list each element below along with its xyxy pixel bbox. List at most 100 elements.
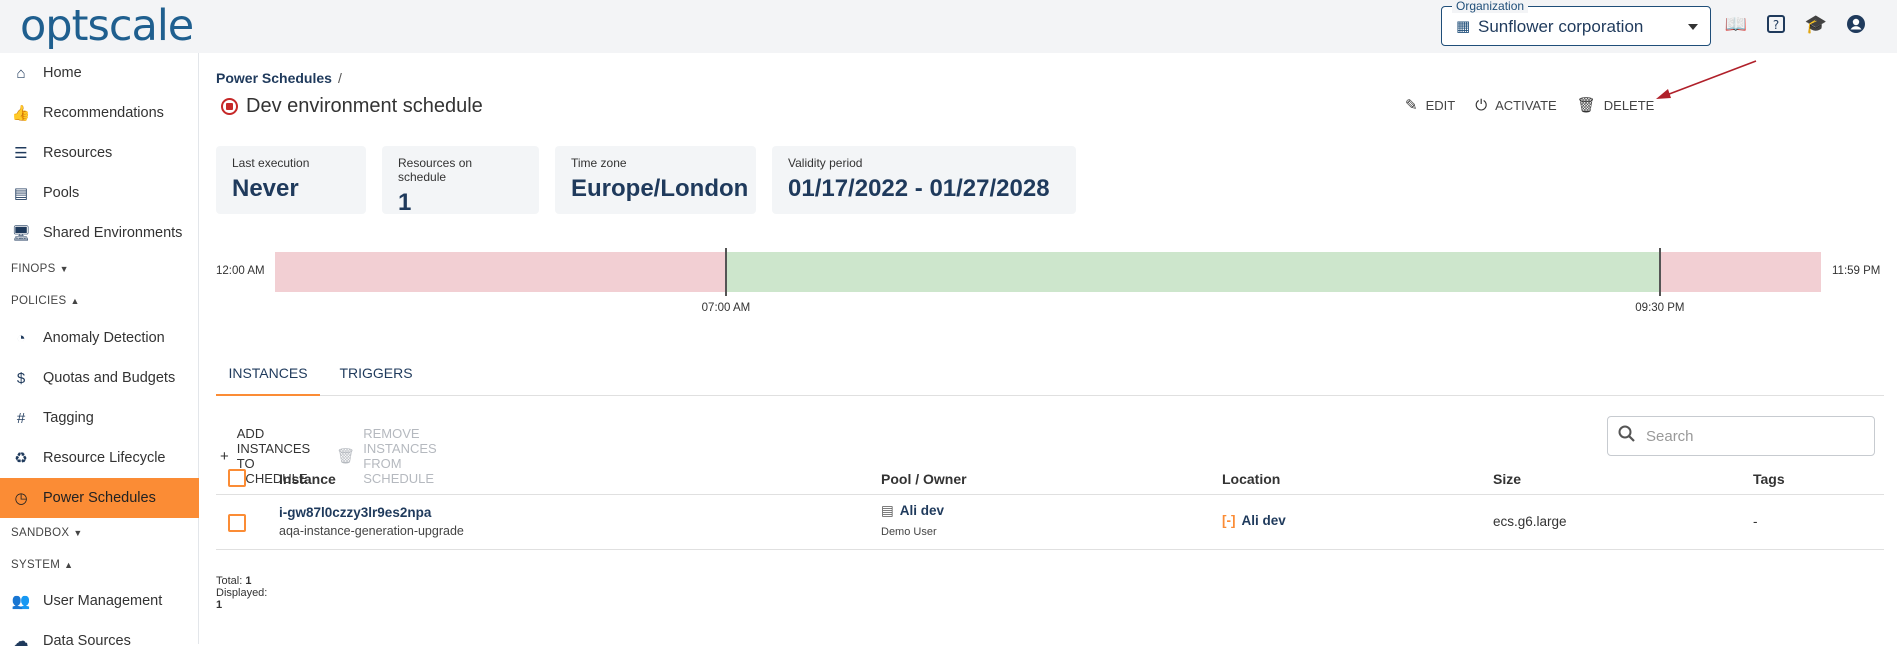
caret-down-icon: ▼: [59, 264, 69, 274]
column-header[interactable]: Pool / Owner: [881, 471, 967, 487]
section-label: SANDBOX: [11, 527, 70, 539]
sidebar-item-quotas-and-budgets[interactable]: $ Quotas and Budgets: [0, 358, 199, 398]
sidebar-item-data-sources[interactable]: ☁ Data Sources: [0, 621, 199, 661]
chevron-down-icon: [1688, 24, 1698, 30]
sidebar-item-label: Shared Environments: [43, 225, 183, 241]
anomaly-icon: ◔: [16, 329, 26, 347]
graduation-cap-icon[interactable]: 🎓: [1805, 13, 1827, 35]
card-resources-on-schedule: Resources on schedule 1: [382, 146, 539, 216]
list-icon: ☰: [14, 145, 28, 162]
sidebar-item-label: Data Sources: [43, 633, 131, 649]
table-header: Instance Pool / Owner Location Size Tags: [216, 461, 1884, 495]
tabs: INSTANCES TRIGGERS: [216, 351, 1884, 396]
profile-icon[interactable]: [1845, 13, 1867, 35]
caret-up-icon: ▲: [64, 560, 74, 570]
activate-label: ACTIVATE: [1495, 97, 1557, 113]
organization-select[interactable]: Organization ▦ Sunflower corporation: [1441, 0, 1711, 46]
search-field[interactable]: [1607, 416, 1875, 456]
page-title-text: Dev environment schedule: [246, 95, 483, 117]
alibaba-cloud-icon: [-]: [1222, 513, 1236, 528]
sidebar-item-label: Pools: [43, 185, 80, 201]
section-system[interactable]: SYSTEM ▲: [11, 559, 73, 571]
power-icon: ⏻: [1475, 96, 1488, 114]
owner-name: Demo User: [881, 526, 937, 538]
svg-text:?: ?: [1773, 18, 1779, 32]
timeline-off-segment: [1659, 252, 1821, 292]
edit-button[interactable]: ✎ EDIT: [1405, 96, 1455, 114]
sidebar-item-label: User Management: [43, 593, 163, 609]
search-input[interactable]: [1646, 425, 1866, 447]
displayed-count: 1: [216, 599, 223, 611]
delete-button[interactable]: 🗑 DELETE: [1577, 96, 1655, 114]
location-cell: [-] Ali dev: [1222, 513, 1286, 528]
sidebar-item-pools[interactable]: ▤ Pools: [0, 173, 199, 213]
stop-status-icon: [221, 98, 238, 115]
trash-icon: 🗑: [1576, 97, 1596, 114]
card-value: 01/17/2022 - 01/27/2028: [788, 175, 1050, 202]
breadcrumb-link[interactable]: Power Schedules: [216, 70, 332, 86]
sidebar-item-resource-lifecycle[interactable]: ♻ Resource Lifecycle: [0, 438, 199, 478]
sidebar-item-label: Resources: [43, 145, 113, 161]
sidebar-item-label: Quotas and Budgets: [43, 370, 176, 386]
sidebar-item-label: Power Schedules: [43, 490, 156, 506]
sidebar-item-tagging[interactable]: # Tagging: [0, 398, 199, 438]
thumbs-up-icon: 👍: [11, 105, 31, 122]
organization-label: Organization: [1452, 0, 1529, 13]
timeline-bar: 07:00 AM 09:30 PM: [275, 248, 1821, 314]
timeline-on-label: 07:00 AM: [701, 302, 751, 314]
search-icon: [1618, 425, 1636, 448]
section-policies[interactable]: POLICIES ▲: [11, 295, 80, 307]
size-cell: ecs.g6.large: [1493, 514, 1567, 529]
sidebar-item-user-management[interactable]: 👥 User Management: [0, 581, 199, 621]
page-title: Dev environment schedule: [221, 95, 483, 118]
section-sandbox[interactable]: SANDBOX ▼: [11, 527, 83, 539]
section-label: FINOPS: [11, 263, 56, 275]
column-header[interactable]: Location: [1222, 471, 1280, 487]
location-link[interactable]: Ali dev: [1242, 513, 1286, 528]
card-value: 1: [398, 189, 412, 216]
delete-label: DELETE: [1603, 97, 1655, 113]
schedule-timeline: 12:00 AM 07:00 AM 09:30 PM 11:59 PM: [216, 248, 1897, 322]
pool-icon: ▤: [881, 503, 894, 518]
sidebar-item-resources[interactable]: ☰ Resources: [0, 133, 199, 173]
documentation-icon[interactable]: 📖: [1725, 13, 1747, 35]
pool-icon: ▤: [13, 185, 29, 202]
timeline-end-label: 11:59 PM: [1832, 265, 1881, 277]
sidebar-item-recommendations[interactable]: 👍 Recommendations: [0, 93, 199, 133]
sidebar-item-label: Resource Lifecycle: [43, 450, 166, 466]
activate-button[interactable]: ⏻ ACTIVATE: [1475, 96, 1557, 114]
tab-triggers[interactable]: TRIGGERS: [330, 351, 422, 396]
section-finops[interactable]: FINOPS ▼: [11, 263, 69, 275]
card-value: Europe/London: [571, 175, 749, 202]
tab-instances[interactable]: INSTANCES: [216, 351, 320, 396]
sidebar-item-shared-environments[interactable]: 🖥 Shared Environments: [0, 213, 199, 253]
top-icons: 📖 ? 🎓: [1725, 13, 1867, 35]
sidebar-item-anomaly-detection[interactable]: ◔ Anomaly Detection: [0, 318, 199, 358]
top-bar: optscale Organization ▦ Sunflower corpor…: [0, 0, 1897, 53]
sidebar-item-power-schedules[interactable]: ◷ Power Schedules: [0, 478, 199, 518]
column-header[interactable]: Size: [1493, 471, 1521, 487]
timeline-off-label: 09:30 PM: [1635, 302, 1685, 314]
row-checkbox[interactable]: [228, 514, 246, 532]
pool-link[interactable]: Ali dev: [900, 503, 944, 518]
column-header[interactable]: Instance: [279, 471, 336, 487]
instance-id-link[interactable]: i-gw87l0czzy3lr9es2npa: [279, 505, 431, 520]
card-label: Validity period: [788, 156, 863, 170]
users-icon: 👥: [11, 593, 31, 610]
header-actions: ✎ EDIT ⏻ ACTIVATE 🗑 DELETE: [1405, 96, 1655, 115]
pencil-icon: ✎: [1405, 97, 1418, 114]
sidebar-item-label: Recommendations: [43, 105, 164, 121]
column-header[interactable]: Tags: [1753, 471, 1785, 487]
help-icon[interactable]: ?: [1765, 13, 1787, 35]
card-value: Never: [232, 175, 299, 202]
total-label: Total:: [216, 575, 243, 587]
logo[interactable]: optscale: [20, 1, 194, 51]
select-all-checkbox[interactable]: [228, 469, 246, 487]
sidebar-item-home[interactable]: ⌂ Home: [0, 53, 199, 93]
table-footer: Total: 1 Displayed: 1: [216, 575, 267, 611]
card-label: Time zone: [571, 156, 627, 170]
building-icon: ▦: [1456, 18, 1471, 35]
sidebar-item-label: Anomaly Detection: [43, 330, 165, 346]
card-label: Last execution: [232, 156, 310, 170]
timeline-off-marker: [1658, 248, 1661, 296]
